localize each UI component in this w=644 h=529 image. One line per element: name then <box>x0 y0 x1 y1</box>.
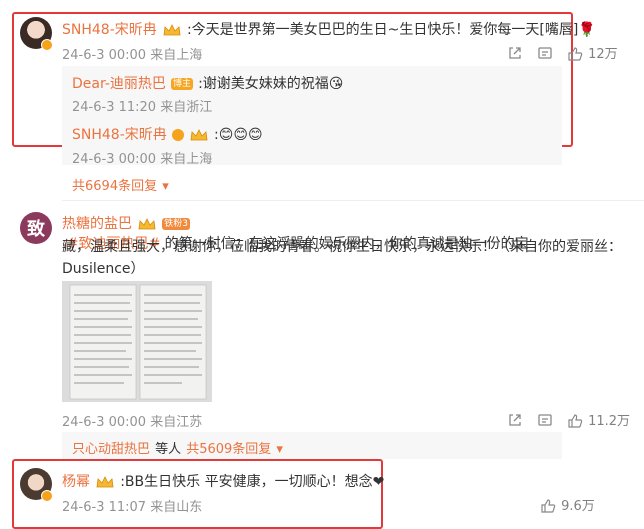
avatar[interactable]: 致 <box>20 212 52 244</box>
comment-text: :今天是世界第一美女巴巴的生日~生日快乐！爱你每一天[嘴唇]🌹 <box>186 22 596 38</box>
reply-username[interactable]: SNH48-宋昕冉 <box>72 127 167 143</box>
verified-icon <box>171 128 184 141</box>
divider <box>62 200 644 201</box>
verified-icon <box>41 39 53 51</box>
reply-meta: 24-6-3 11:20 来自浙江 <box>72 100 213 115</box>
like-control[interactable]: 11.2万 <box>567 410 630 429</box>
comment-text: 藏，温柔且强大，感谢你，莅临我的青春。祝你生日快乐，永远快乐！（来自你的爱丽丝： <box>62 239 622 255</box>
crown-icon <box>163 23 181 35</box>
attached-image[interactable] <box>62 281 212 402</box>
crown-icon <box>96 475 114 487</box>
reply-username[interactable]: 只心动甜热巴 <box>72 442 150 457</box>
comment-actions: 12万 <box>507 43 618 62</box>
like-icon <box>568 46 583 61</box>
chevron-down-icon: ▾ <box>162 179 169 194</box>
reply-text: :😊😊😊 <box>214 127 263 143</box>
blogger-badge: 博主 <box>170 77 193 90</box>
reply-suffix: 等人 <box>155 442 182 457</box>
comment-3-header: 杨幂 :BB生日快乐 平安健康，一切顺心！想念❤ <box>62 471 384 491</box>
avatar-initial: 致 <box>27 219 45 240</box>
reply-count: 共6694条回复 <box>72 179 158 194</box>
reply-2: SNH48-宋昕冉 :😊😊😊 <box>72 124 263 144</box>
like-count: 9.6万 <box>561 499 595 514</box>
like-count: 11.2万 <box>588 414 631 429</box>
comment-icon[interactable] <box>537 45 553 61</box>
share-icon[interactable] <box>507 412 523 428</box>
reply-1: Dear-迪丽热巴 博主 :谢谢美女妹妹的祝福😘 <box>72 73 343 93</box>
like-icon <box>568 413 583 428</box>
like-icon <box>541 498 556 513</box>
comment-icon[interactable] <box>537 412 553 428</box>
crown-icon <box>138 217 156 229</box>
comment-meta: 24-6-3 00:00 来自上海 <box>62 48 203 63</box>
reply-username[interactable]: Dear-迪丽热巴 <box>72 76 166 92</box>
reply-count-link[interactable]: 共6694条回复 ▾ <box>72 175 169 194</box>
comment-text: :BB生日快乐 平安健康，一切顺心！想念❤ <box>120 474 385 490</box>
comment-username[interactable]: 杨幂 <box>62 474 90 490</box>
reply-meta: 24-6-3 00:00 来自上海 <box>72 152 213 167</box>
reply-text: :谢谢美女妹妹的祝福😘 <box>198 76 344 92</box>
verified-icon <box>41 490 53 502</box>
letter-thumbnail <box>62 281 212 402</box>
fan-level-badge: 铁粉3 <box>162 217 190 230</box>
comment-meta: 24-6-3 11:07 来自山东 <box>62 500 203 515</box>
comment-meta: 24-6-3 00:00 来自江苏 <box>62 415 203 430</box>
crown-icon <box>190 128 208 140</box>
comment-actions: 9.6万 <box>540 495 595 514</box>
comment-actions: 11.2万 <box>507 410 630 429</box>
like-control[interactable]: 9.6万 <box>540 495 595 514</box>
comment-username[interactable]: SNH48-宋昕冉 <box>62 22 157 38</box>
chevron-down-icon: ▾ <box>276 442 283 457</box>
reply-count: 共5609条回复 <box>186 442 272 457</box>
comment-1-header: SNH48-宋昕冉 :今天是世界第一美女巴巴的生日~生日快乐！爱你每一天[嘴唇]… <box>62 19 596 39</box>
like-control[interactable]: 12万 <box>567 43 618 62</box>
reply-count-link[interactable]: 共5609条回复 ▾ <box>186 438 283 457</box>
highlight-box-3 <box>12 459 383 529</box>
comment-text: Dusilence） <box>62 261 145 277</box>
comment-username[interactable]: 热糖的盐巴 <box>62 216 132 232</box>
reply-summary-text: 只心动甜热巴 等人 共5609条回复 ▾ <box>72 438 283 457</box>
like-count: 12万 <box>588 47 618 62</box>
share-icon[interactable] <box>507 45 523 61</box>
